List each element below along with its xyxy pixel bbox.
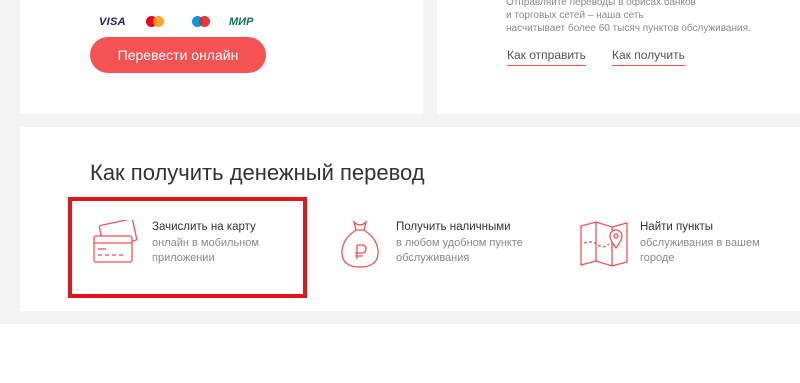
money-bag-icon [341, 219, 379, 268]
option-cash-desc: в любом удобном пункте обслуживания [396, 237, 523, 264]
info-text-line-1: Отправляйте переводы в офисах банков [506, 0, 696, 8]
visa-logo: VISA [99, 16, 126, 28]
page-bottom-area [0, 324, 800, 383]
option-points-desc: обслуживания в вашем городе [640, 237, 760, 264]
info-text-line-2: и торговых сетей – наша сеть [506, 10, 644, 21]
map-pin-icon [580, 221, 628, 267]
how-to-receive-link[interactable]: Как получить [612, 48, 685, 66]
mir-logo: МИР [229, 16, 254, 28]
option-points-title[interactable]: Найти пункты [640, 221, 713, 233]
info-text-line-3: насчитывает более 60 тысяч пунктов обслу… [506, 23, 751, 34]
highlight-box [68, 197, 307, 298]
how-to-send-link[interactable]: Как отправить [507, 48, 586, 66]
option-cash-title[interactable]: Получить наличными [396, 221, 511, 233]
transfer-online-button[interactable]: Перевести онлайн [90, 37, 266, 73]
section-title: Как получить денежный перевод [90, 160, 425, 185]
